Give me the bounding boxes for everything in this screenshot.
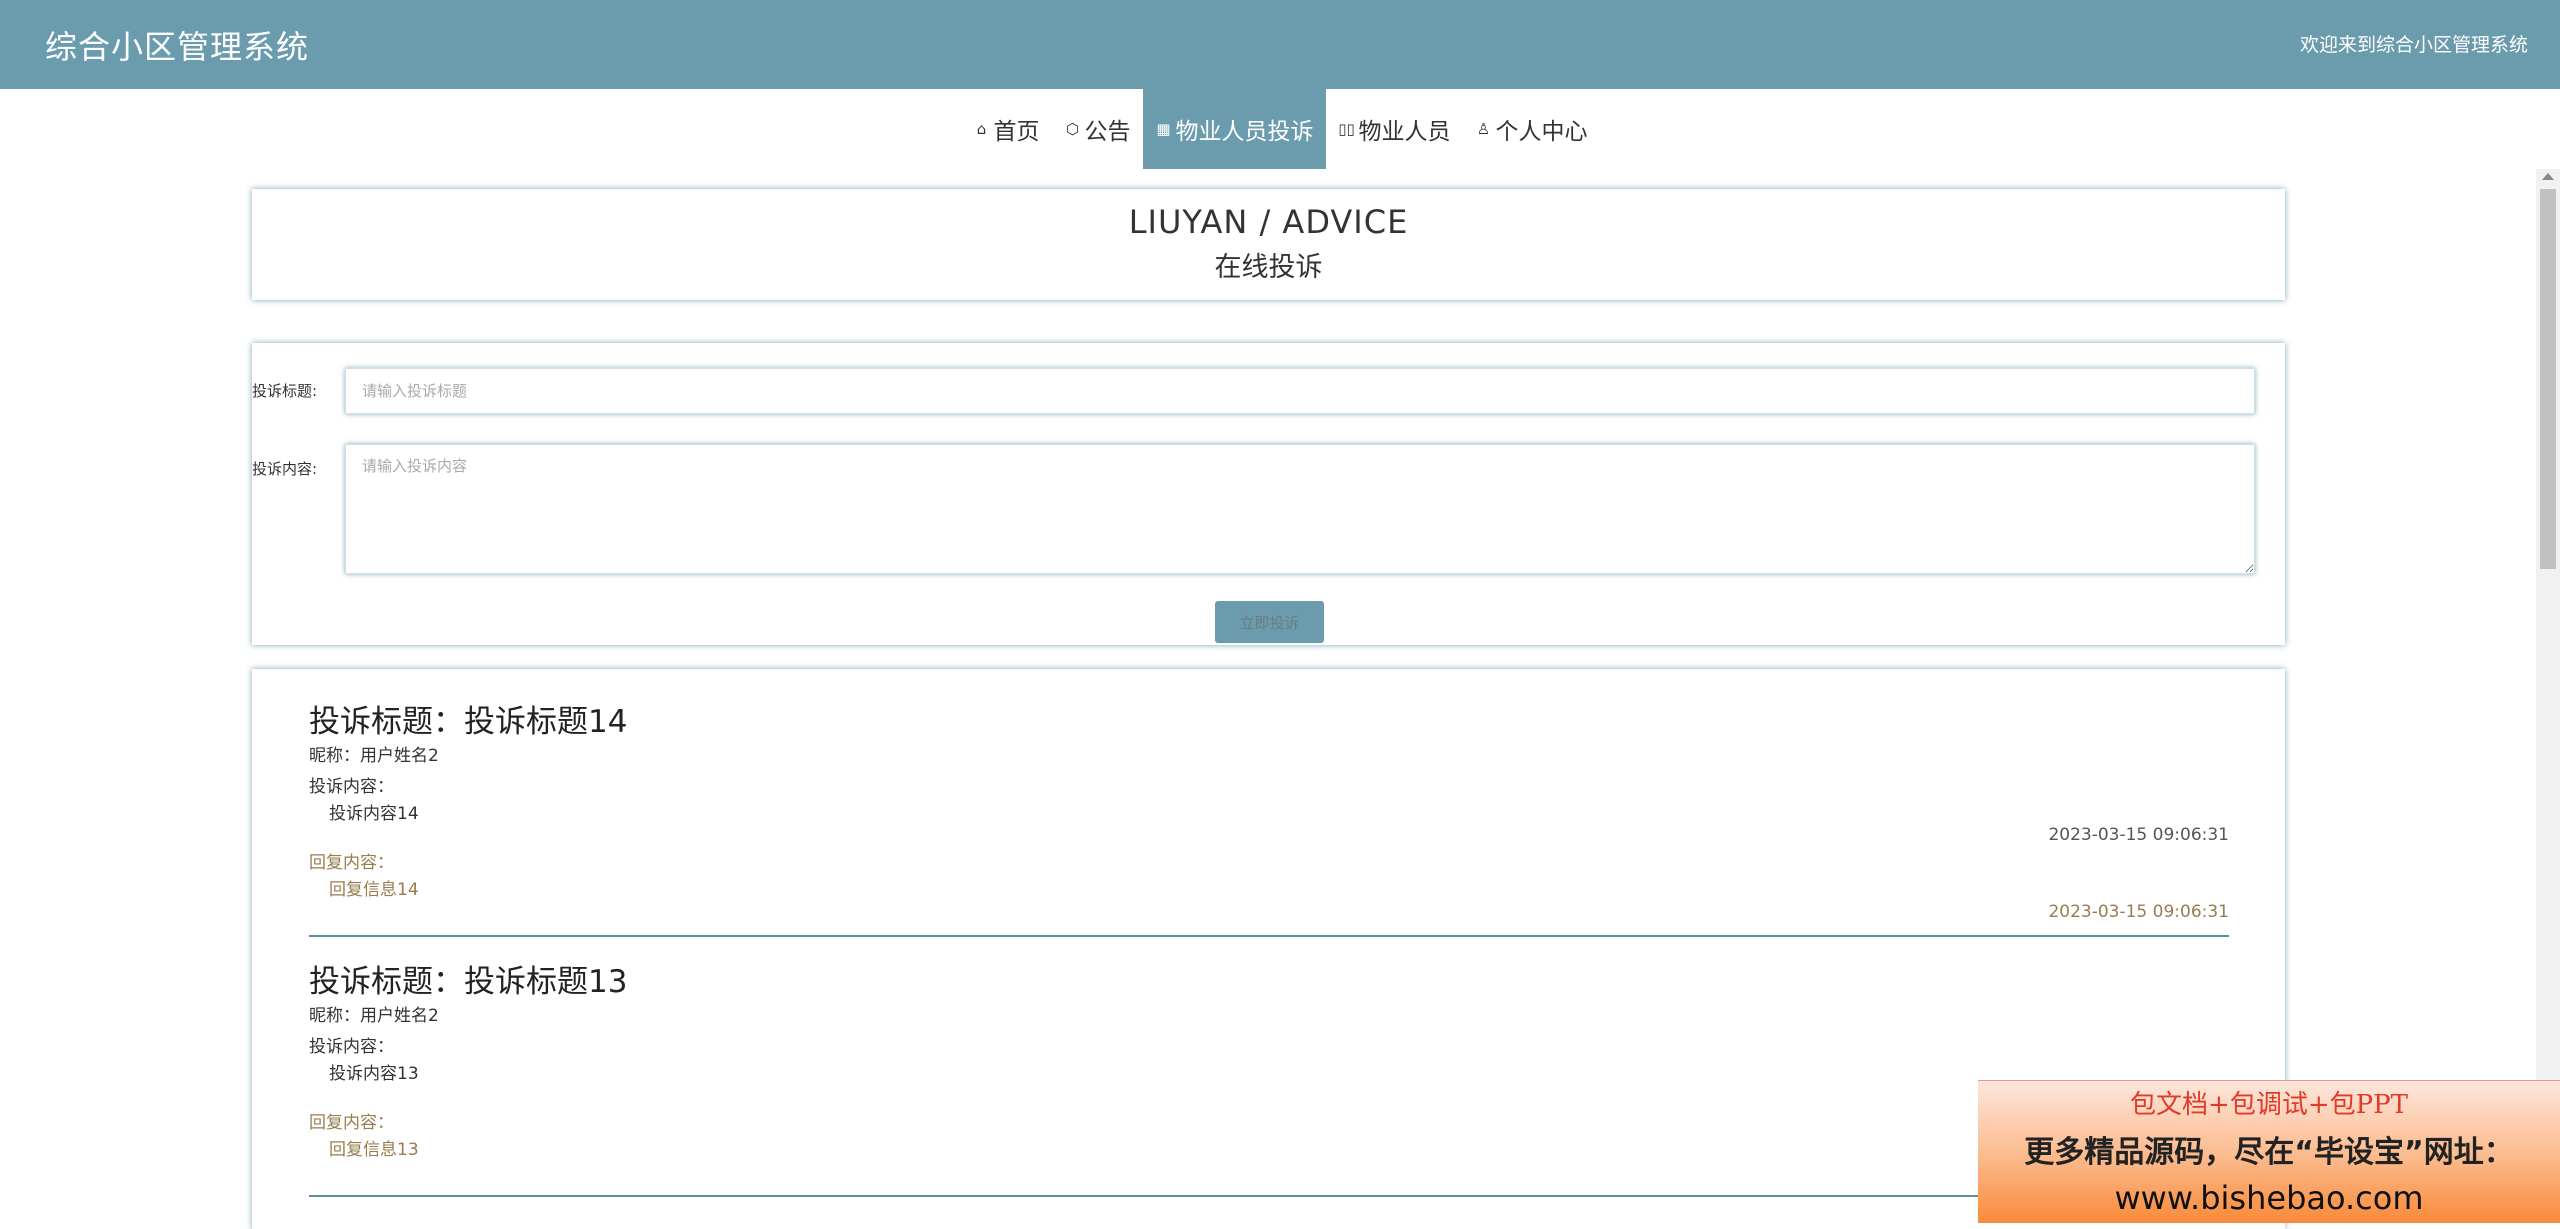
cube-icon: ⬡ [1065,120,1080,138]
nav-item-home[interactable]: ⌂ 首页 [961,89,1052,169]
reply-content: 回复信息14 [329,880,419,900]
page-heading-panel: LIUYAN / ADVICE 在线投诉 [252,189,2285,300]
complaint-title-label: 投诉标题: [252,382,318,400]
complaint-title-input[interactable] [345,368,2255,414]
complaint-content-textarea[interactable] [345,444,2255,574]
page-title-en: LIUYAN / ADVICE [1128,203,1409,241]
complaint-content-label: 投诉内容: [252,460,318,478]
reply-label: 回复内容： [309,853,394,873]
complaint-content: 投诉内容13 [329,1064,419,1084]
reply-content: 回复信息13 [329,1140,419,1160]
reply-label: 回复内容： [309,1113,394,1133]
scroll-up-icon[interactable] [2542,173,2554,180]
top-bar: 综合小区管理系统 欢迎来到综合小区管理系统 [0,0,2560,89]
nav-item-label: 首页 [993,119,1040,145]
complaint-form: 投诉标题: 投诉内容: 立即投诉 [252,343,2285,645]
complaint-content-label: 投诉内容： [309,1037,394,1057]
nav-item-profile[interactable]: ♙ 个人中心 [1463,89,1600,169]
nav-item-label: 公告 [1084,119,1131,145]
complaint-nickname: 昵称：用户姓名2 [309,1006,439,1026]
user-icon: ♙ [1476,120,1491,138]
complaint-title: 投诉标题：投诉标题14 [309,704,628,740]
promo-url: www.bishebao.com [2114,1179,2424,1217]
nav-item-announcements[interactable]: ⬡ 公告 [1052,89,1143,169]
nav-item-label: 物业人员投诉 [1175,119,1314,145]
staff-icon: ▯▯ [1338,120,1355,138]
promo-banner[interactable]: 包文档+包调试+包PPT 更多精品源码，尽在“毕设宝”网址： www.bishe… [1978,1080,2560,1223]
item-divider [309,935,2229,937]
welcome-text: 欢迎来到综合小区管理系统 [2299,34,2528,56]
item-divider [309,1195,2229,1197]
nav-item-complaints[interactable]: ▦ 物业人员投诉 [1142,89,1326,169]
promo-line-2: 更多精品源码，尽在“毕设宝”网址： [2024,1135,2514,1170]
complaint-nickname: 昵称：用户姓名2 [309,746,439,766]
complaint-content-label: 投诉内容： [309,777,394,797]
page-title-cn: 在线投诉 [1214,252,1323,283]
complaint-title: 投诉标题：投诉标题13 [309,964,628,1000]
site-title: 综合小区管理系统 [45,28,310,66]
main-nav: ⌂ 首页 ⬡ 公告 ▦ 物业人员投诉 ▯▯ 物业人员 ♙ 个人中心 [0,89,2560,169]
complaint-content: 投诉内容14 [329,804,419,824]
home-icon: ⌂ [976,120,987,138]
complaint-time: 2023-03-15 09:06:31 [2048,825,2229,845]
nav-item-staff[interactable]: ▯▯ 物业人员 [1326,89,1463,169]
reply-time: 2023-03-15 09:06:31 [2048,902,2229,922]
page-scrollbar[interactable] [2536,169,2560,1223]
scrollbar-thumb[interactable] [2540,189,2556,569]
grid-icon: ▦ [1156,120,1171,138]
promo-line-1: 包文档+包调试+包PPT [2130,1090,2408,1120]
submit-complaint-button[interactable]: 立即投诉 [1215,601,1324,643]
nav-item-label: 个人中心 [1495,119,1588,145]
nav-item-label: 物业人员 [1358,119,1451,145]
